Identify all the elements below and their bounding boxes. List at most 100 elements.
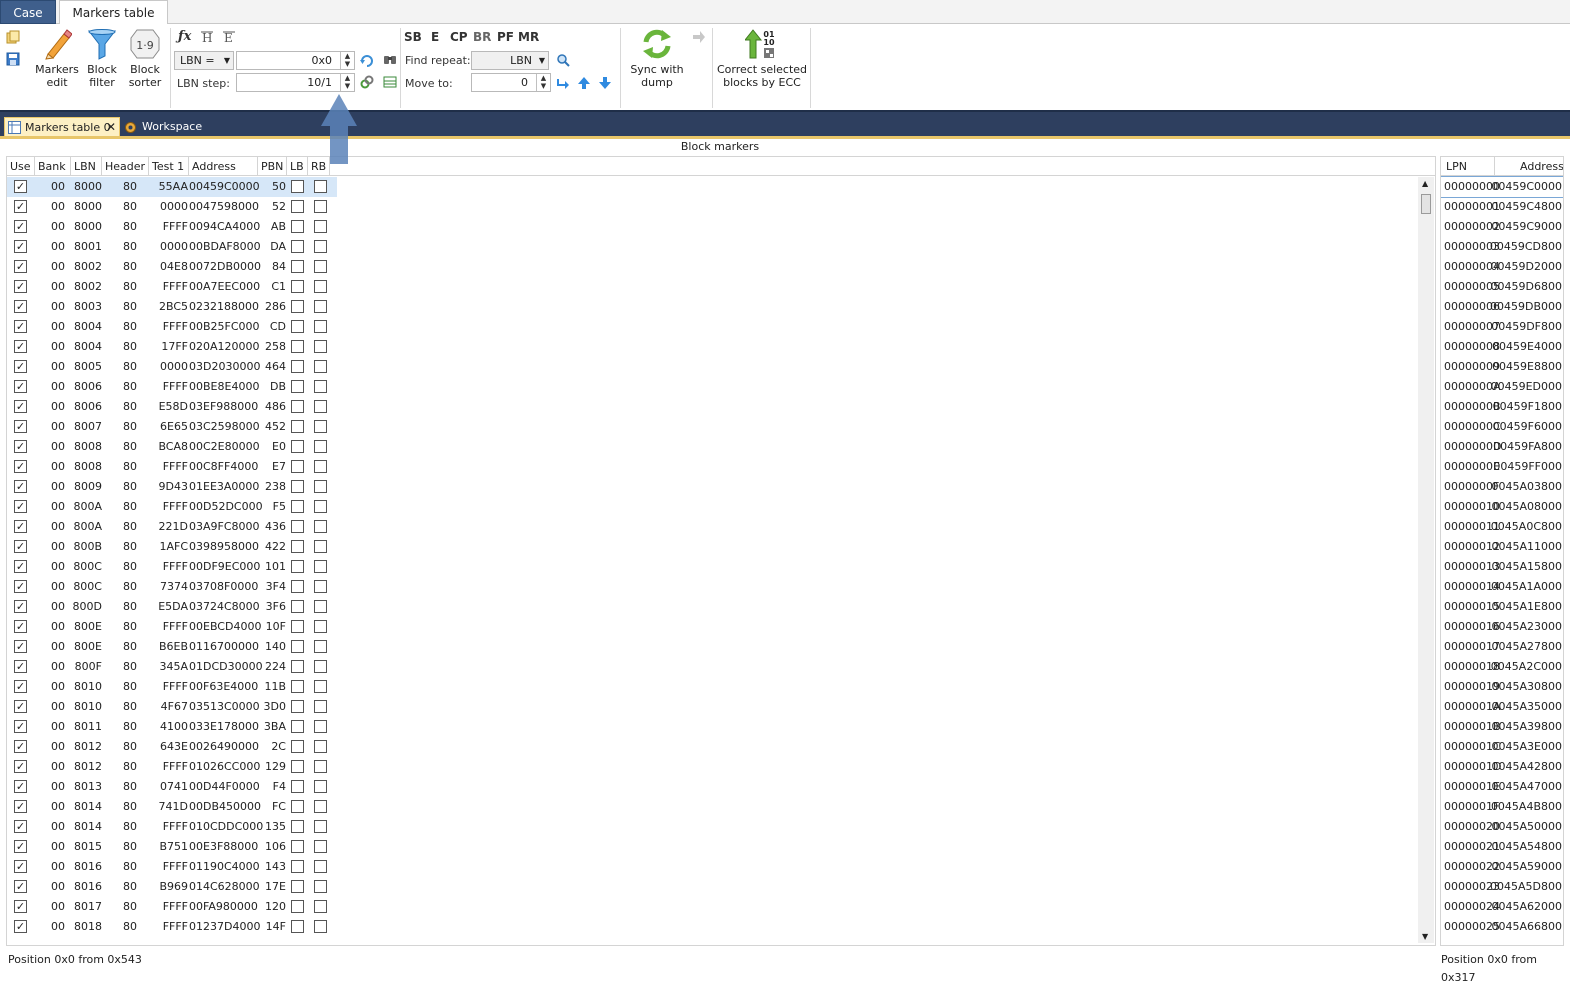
- close-icon[interactable]: ✕: [106, 118, 116, 137]
- lbn-value-spinner[interactable]: ▲ ▼: [340, 52, 354, 69]
- flag-br[interactable]: BR: [473, 30, 491, 44]
- lb-checkbox[interactable]: [291, 840, 304, 853]
- scrollbar-thumb[interactable]: [1421, 194, 1431, 214]
- list-item[interactable]: 00000003 00459CD800: [1441, 237, 1563, 257]
- use-checkbox[interactable]: ✓: [14, 580, 27, 593]
- col-pbn[interactable]: PBN: [258, 157, 287, 176]
- binoculars-icon[interactable]: [383, 52, 397, 66]
- list-item[interactable]: 00000001 00459C4800: [1441, 197, 1563, 217]
- lb-checkbox[interactable]: [291, 520, 304, 533]
- open-icon[interactable]: [6, 30, 20, 44]
- table-row[interactable]: ✓ 00 8012 80 FFFF 01026CC000 129: [7, 757, 337, 777]
- lb-checkbox[interactable]: [291, 720, 304, 733]
- rb-checkbox[interactable]: [314, 560, 327, 573]
- rb-checkbox[interactable]: [314, 680, 327, 693]
- list-item[interactable]: 00000007 00459DF800: [1441, 317, 1563, 337]
- list-item[interactable]: 0000000E 00459FF000: [1441, 457, 1563, 477]
- rb-checkbox[interactable]: [314, 220, 327, 233]
- list-item[interactable]: 00000008 00459E4000: [1441, 337, 1563, 357]
- lb-checkbox[interactable]: [291, 540, 304, 553]
- col-lbn[interactable]: LBN: [71, 157, 102, 176]
- table-row[interactable]: ✓ 00 800D 80 E5DA 03724C8000 3F6: [7, 597, 337, 617]
- table-row[interactable]: ✓ 00 800F 80 345A 01DCD30000 224: [7, 657, 337, 677]
- table-row[interactable]: ✓ 00 8014 80 FFFF 010CDDC000 135: [7, 817, 337, 837]
- table-row[interactable]: ✓ 00 8014 80 741D 00DB450000 FC: [7, 797, 337, 817]
- table-row[interactable]: ✓ 00 8013 80 0741 00D44F0000 F4: [7, 777, 337, 797]
- list-item[interactable]: 0000000F 0045A03800: [1441, 477, 1563, 497]
- use-checkbox[interactable]: ✓: [14, 180, 27, 193]
- rb-checkbox[interactable]: [314, 920, 327, 933]
- block-sorter-button[interactable]: 1·9 Block sorter: [124, 28, 166, 89]
- list-item[interactable]: 0000001C 0045A3E000: [1441, 737, 1563, 757]
- use-checkbox[interactable]: ✓: [14, 460, 27, 473]
- list-item[interactable]: 00000005 00459D6800: [1441, 277, 1563, 297]
- use-checkbox[interactable]: ✓: [14, 560, 27, 573]
- use-checkbox[interactable]: ✓: [14, 220, 27, 233]
- use-checkbox[interactable]: ✓: [14, 760, 27, 773]
- table-row[interactable]: ✓ 00 8017 80 FFFF 00FA980000 120: [7, 897, 337, 917]
- list-item[interactable]: 00000004 00459D2000: [1441, 257, 1563, 277]
- table-row[interactable]: ✓ 00 800E 80 B6EB 0116700000 140: [7, 637, 337, 657]
- list-item[interactable]: 00000010 0045A08000: [1441, 497, 1563, 517]
- list-item[interactable]: 00000014 0045A1A000: [1441, 577, 1563, 597]
- lbn-step-input[interactable]: 10/1 ▲ ▼: [236, 73, 355, 92]
- lb-checkbox[interactable]: [291, 180, 304, 193]
- table-row[interactable]: ✓ 00 8006 80 E58D 03EF988000 486: [7, 397, 337, 417]
- arrow-up-icon[interactable]: [577, 76, 591, 90]
- col-lpn-address[interactable]: Address: [1495, 157, 1563, 176]
- col-lpn[interactable]: LPN: [1441, 157, 1495, 176]
- flag-mr[interactable]: MR: [518, 30, 539, 44]
- search-icon[interactable]: [556, 53, 570, 67]
- rb-checkbox[interactable]: [314, 460, 327, 473]
- rb-checkbox[interactable]: [314, 620, 327, 633]
- list-item[interactable]: 00000012 0045A11000: [1441, 537, 1563, 557]
- save-icon[interactable]: [6, 52, 20, 66]
- use-checkbox[interactable]: ✓: [14, 480, 27, 493]
- table-row[interactable]: ✓ 00 8016 80 FFFF 01190C4000 143: [7, 857, 337, 877]
- list-item[interactable]: 0000001D 0045A42800: [1441, 757, 1563, 777]
- table-green-icon[interactable]: [383, 75, 397, 89]
- rb-checkbox[interactable]: [314, 580, 327, 593]
- link-icon[interactable]: [360, 75, 374, 89]
- lbn-step-spinner[interactable]: ▲ ▼: [340, 74, 354, 91]
- table-row[interactable]: ✓ 00 800A 80 FFFF 00D52DC000 F5: [7, 497, 337, 517]
- rb-checkbox[interactable]: [314, 720, 327, 733]
- list-item[interactable]: 0000000A 00459ED000: [1441, 377, 1563, 397]
- lb-checkbox[interactable]: [291, 460, 304, 473]
- lb-checkbox[interactable]: [291, 440, 304, 453]
- lb-checkbox[interactable]: [291, 360, 304, 373]
- rb-checkbox[interactable]: [314, 800, 327, 813]
- rb-checkbox[interactable]: [314, 820, 327, 833]
- rb-checkbox[interactable]: [314, 540, 327, 553]
- table-row[interactable]: ✓ 00 8003 80 2BC5 0232188000 286: [7, 297, 337, 317]
- list-item[interactable]: 00000025 0045A66800: [1441, 917, 1563, 937]
- table-row[interactable]: ✓ 00 8000 80 FFFF 0094CA4000 AB: [7, 217, 337, 237]
- rb-checkbox[interactable]: [314, 900, 327, 913]
- list-item[interactable]: 00000016 0045A23000: [1441, 617, 1563, 637]
- rb-checkbox[interactable]: [314, 520, 327, 533]
- table-row[interactable]: ✓ 00 8002 80 FFFF 00A7EEC000 C1: [7, 277, 337, 297]
- rb-checkbox[interactable]: [314, 300, 327, 313]
- rb-checkbox[interactable]: [314, 780, 327, 793]
- rb-checkbox[interactable]: [314, 860, 327, 873]
- arrow-down-icon[interactable]: [598, 76, 612, 90]
- lbn-operator-select[interactable]: LBN = ▼: [174, 51, 234, 70]
- rb-checkbox[interactable]: [314, 200, 327, 213]
- use-checkbox[interactable]: ✓: [14, 320, 27, 333]
- use-checkbox[interactable]: ✓: [14, 540, 27, 553]
- table-row[interactable]: ✓ 00 8004 80 FFFF 00B25FC000 CD: [7, 317, 337, 337]
- rb-checkbox[interactable]: [314, 640, 327, 653]
- lb-checkbox[interactable]: [291, 700, 304, 713]
- rb-checkbox[interactable]: [314, 260, 327, 273]
- use-checkbox[interactable]: ✓: [14, 660, 27, 673]
- list-item[interactable]: 00000000 00459C0000: [1441, 176, 1563, 198]
- scroll-down-icon[interactable]: ▼: [1422, 932, 1428, 941]
- use-checkbox[interactable]: ✓: [14, 300, 27, 313]
- block-filter-button[interactable]: Block filter: [82, 28, 122, 89]
- table-row[interactable]: ✓ 00 800A 80 221D 03A9FC8000 436: [7, 517, 337, 537]
- use-checkbox[interactable]: ✓: [14, 340, 27, 353]
- lb-checkbox[interactable]: [291, 660, 304, 673]
- table-row[interactable]: ✓ 00 8008 80 BCA8 00C2E80000 E0: [7, 437, 337, 457]
- table-row[interactable]: ✓ 00 8005 80 0000 03D2030000 464: [7, 357, 337, 377]
- fx-icon[interactable]: ƒx: [178, 29, 191, 44]
